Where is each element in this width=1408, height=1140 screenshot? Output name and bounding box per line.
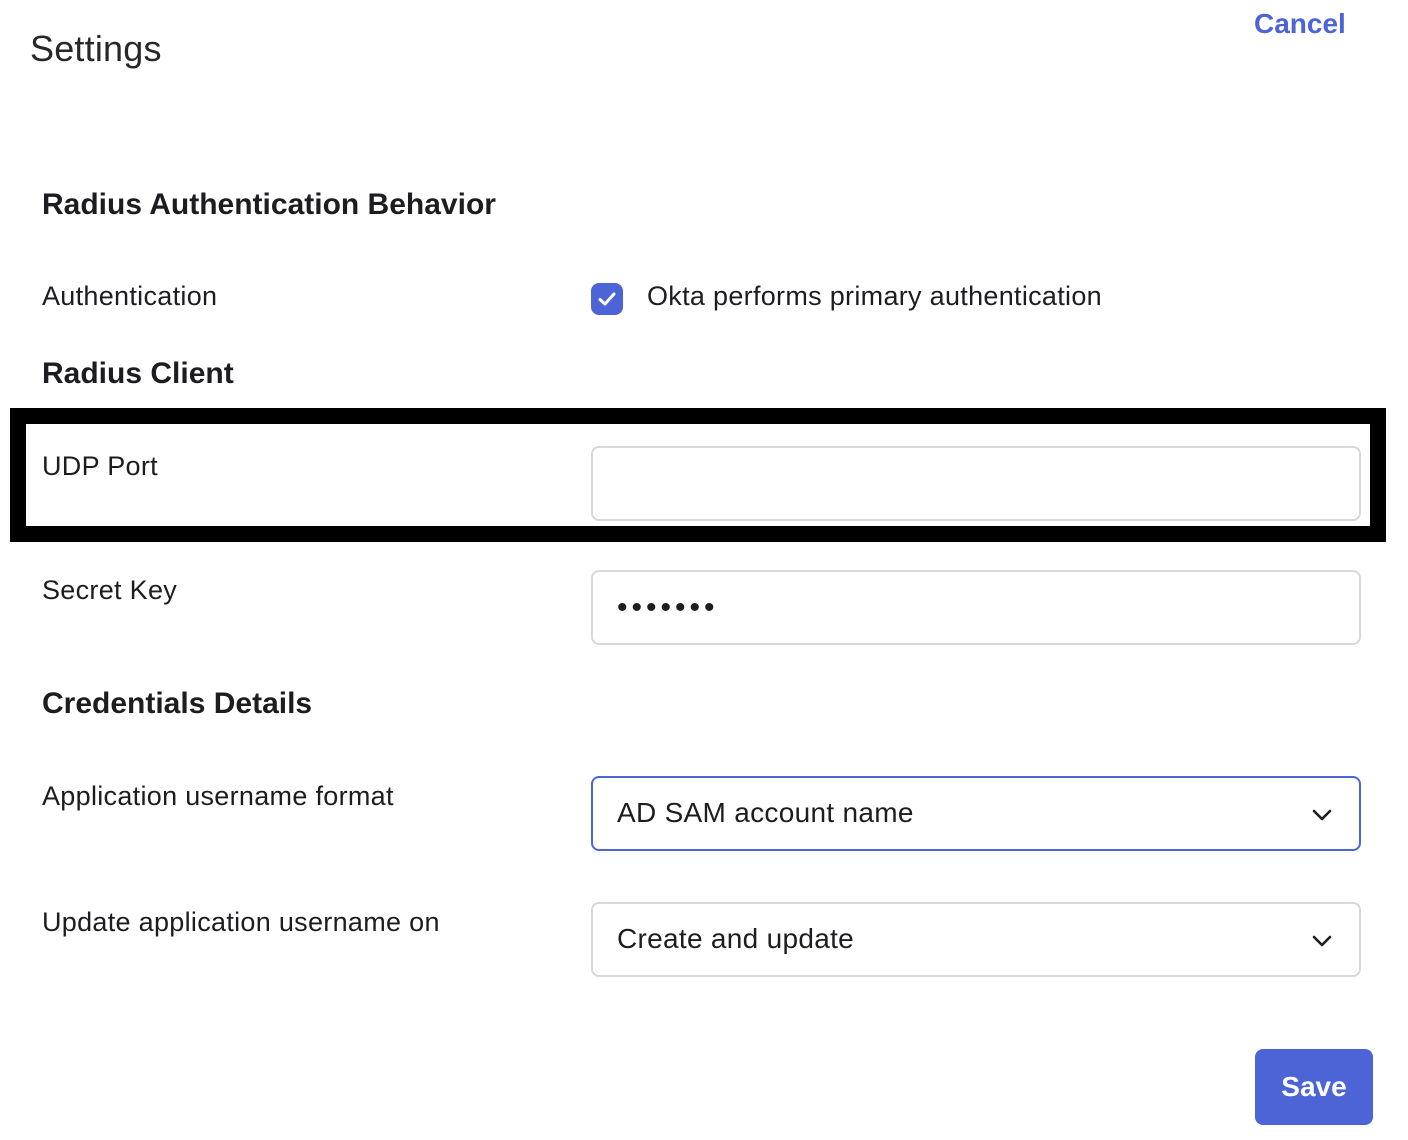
- check-icon: [598, 292, 616, 306]
- page-title: Settings: [30, 28, 162, 69]
- username-format-select[interactable]: AD SAM account name: [591, 776, 1361, 851]
- authentication-label: Authentication: [42, 281, 218, 311]
- update-on-select[interactable]: Create and update: [591, 902, 1361, 977]
- update-on-value: Create and update: [617, 923, 855, 954]
- update-on-label: Update application username on: [42, 907, 440, 937]
- primary-auth-checkbox-label[interactable]: Okta performs primary authentication: [647, 281, 1102, 312]
- section-heading-radius-client: Radius Client: [42, 357, 234, 390]
- udp-port-input[interactable]: [591, 446, 1361, 521]
- secret-key-label: Secret Key: [42, 575, 178, 605]
- section-heading-radius-auth: Radius Authentication Behavior: [42, 188, 496, 221]
- secret-key-input[interactable]: [591, 570, 1361, 645]
- primary-auth-checkbox[interactable]: [591, 283, 623, 315]
- username-format-label: Application username format: [42, 781, 394, 811]
- chevron-down-icon: [1312, 935, 1332, 947]
- udp-port-label: UDP Port: [42, 451, 158, 481]
- section-heading-credentials: Credentials Details: [42, 687, 313, 720]
- cancel-link[interactable]: Cancel: [1254, 8, 1346, 40]
- chevron-down-icon: [1312, 809, 1332, 821]
- username-format-value: AD SAM account name: [617, 797, 914, 828]
- save-button[interactable]: Save: [1255, 1049, 1373, 1125]
